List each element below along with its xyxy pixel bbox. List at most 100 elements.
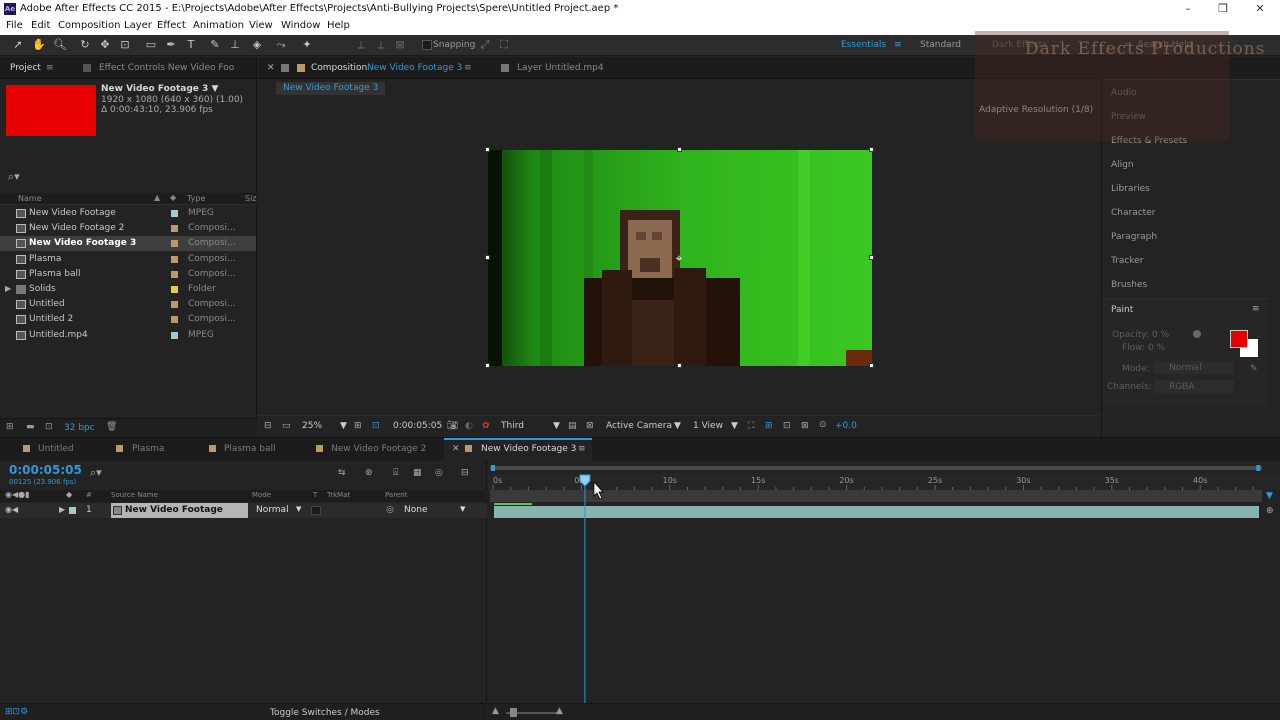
close-icon[interactable]: ✕ bbox=[1252, 2, 1268, 16]
column-name[interactable]: Name bbox=[18, 194, 42, 203]
menu-edit[interactable]: Edit bbox=[31, 20, 50, 31]
work-area-start-handle[interactable] bbox=[491, 465, 495, 471]
layer-row[interactable]: ◉◀ ▶ 1 New Video Footage Normal ▼ ◎ None… bbox=[0, 503, 487, 518]
roto-brush-tool-icon[interactable]: ⤳ bbox=[274, 38, 288, 52]
camera-dropdown-icon[interactable]: ▼ bbox=[674, 421, 681, 431]
panel-paragraph[interactable]: Paragraph bbox=[1111, 232, 1157, 242]
project-item[interactable]: ▶ Solids Folder bbox=[0, 282, 256, 297]
project-item[interactable]: Untitled 2 Composi... bbox=[0, 312, 256, 327]
project-item[interactable]: Plasma Composi... bbox=[0, 252, 256, 267]
project-item[interactable]: New Video Footage 2 Composi... bbox=[0, 221, 256, 236]
paint-flow[interactable]: Flow: 0 % bbox=[1122, 343, 1165, 353]
graph-editor-icon[interactable]: ⊟ bbox=[461, 468, 469, 478]
tab-project[interactable]: Project bbox=[10, 63, 41, 73]
safe-margins-icon[interactable]: ⊞ bbox=[354, 421, 362, 431]
menu-help[interactable]: Help bbox=[327, 20, 350, 31]
rotate-tool-icon[interactable]: ↻ bbox=[78, 38, 92, 52]
comp-flowchart-button[interactable]: New Video Footage 3 bbox=[276, 82, 386, 95]
shy-layers-icon[interactable]: ⍓ bbox=[393, 468, 398, 478]
toggle-switches-modes[interactable]: Toggle Switches / Modes bbox=[270, 708, 380, 718]
layer-mode-select[interactable]: Normal bbox=[256, 505, 289, 515]
tab-layer[interactable]: Layer Untitled.mp4 bbox=[517, 63, 604, 73]
label-color[interactable] bbox=[171, 301, 178, 309]
bound-handle-tr[interactable] bbox=[869, 147, 874, 152]
motion-blur-icon[interactable]: ◎ bbox=[435, 468, 443, 478]
views-dropdown-icon[interactable]: ▼ bbox=[731, 421, 738, 431]
exposure-reset-icon[interactable]: ⊙ bbox=[819, 420, 827, 430]
current-time-display[interactable]: 0:00:05:05 bbox=[393, 421, 442, 431]
label-color[interactable] bbox=[171, 240, 178, 248]
draft-3d-icon[interactable]: ⊛ bbox=[365, 468, 373, 478]
axis-local-icon[interactable]: ⟂ bbox=[354, 38, 368, 52]
panel-tracker[interactable]: Tracker bbox=[1111, 256, 1143, 266]
interpret-footage-icon[interactable]: ⊞ bbox=[6, 422, 14, 432]
folder-expand-icon[interactable]: ▶ bbox=[5, 284, 11, 293]
comp-lock-icon[interactable] bbox=[281, 64, 289, 72]
brush-tip-icon[interactable] bbox=[1193, 330, 1201, 338]
bound-handle-mr[interactable] bbox=[869, 255, 874, 260]
mode-dropdown-icon[interactable]: ▼ bbox=[296, 505, 301, 513]
menu-view[interactable]: View bbox=[249, 20, 273, 31]
resolution-select[interactable]: Third bbox=[501, 421, 524, 431]
timeline-icon[interactable]: ⊡ bbox=[783, 421, 791, 431]
frame-blending-icon[interactable]: ▦ bbox=[413, 468, 422, 478]
project-panel-menu-icon[interactable]: ≡ bbox=[46, 63, 54, 73]
tab-effect-controls[interactable]: Effect Controls New Video Foo bbox=[99, 63, 234, 73]
tab-timeline-plasma[interactable]: Plasma bbox=[132, 444, 164, 454]
layer-video-eye-icon[interactable]: ◉◀ bbox=[5, 505, 18, 514]
close-comp-tab-icon[interactable]: ✕ bbox=[267, 63, 275, 73]
column-type[interactable]: Type bbox=[187, 194, 205, 203]
paint-mode-select[interactable]: Normal bbox=[1154, 361, 1234, 374]
footage-name[interactable]: New Video Footage 3 ▼ bbox=[101, 84, 218, 94]
timeline-menu-icon[interactable]: ≡ bbox=[578, 444, 586, 454]
channel-icon[interactable]: ✿ bbox=[482, 421, 490, 431]
preserve-transparency-checkbox[interactable] bbox=[311, 506, 321, 515]
camera-tool-icon[interactable]: ✥ bbox=[98, 38, 112, 52]
label-color[interactable] bbox=[171, 316, 178, 324]
fast-previews-icon[interactable]: ▤ bbox=[568, 421, 577, 431]
puppet-pin-tool-icon[interactable]: ✦ bbox=[300, 38, 314, 52]
sort-arrow-icon[interactable]: ▲ bbox=[154, 193, 160, 202]
resolution-dropdown-icon[interactable]: ▼ bbox=[553, 421, 560, 431]
comp-panel-menu-icon[interactable]: ≡ bbox=[464, 63, 472, 73]
menu-file[interactable]: File bbox=[6, 20, 23, 31]
parent-dropdown-icon[interactable]: ▼ bbox=[460, 505, 465, 513]
minimize-icon[interactable]: – bbox=[1180, 2, 1196, 16]
anchor-point-icon[interactable]: ⌖ bbox=[672, 251, 686, 265]
label-color[interactable] bbox=[171, 210, 178, 217]
rectangle-tool-icon[interactable]: ▭ bbox=[144, 38, 158, 52]
snap-options-icon[interactable]: ⤢ bbox=[478, 38, 492, 52]
label-color[interactable] bbox=[171, 331, 178, 339]
zoom-dropdown-icon[interactable]: ▼ bbox=[340, 421, 347, 431]
exposure-value[interactable]: +0.0 bbox=[835, 421, 857, 431]
tab-composition-label[interactable]: Composition bbox=[311, 63, 367, 73]
label-color[interactable] bbox=[171, 225, 178, 233]
menu-effect[interactable]: Effect bbox=[157, 20, 186, 31]
project-item[interactable]: Plasma ball Composi... bbox=[0, 267, 256, 282]
layer-expand-icon[interactable]: ▶ bbox=[59, 505, 65, 514]
panel-align[interactable]: Align bbox=[1111, 160, 1134, 170]
workspace-menu-icon[interactable]: ≡ bbox=[894, 40, 902, 50]
paint-menu-icon[interactable]: ≡ bbox=[1252, 304, 1260, 314]
bound-handle-ml[interactable] bbox=[485, 255, 490, 260]
timeline-search-icon[interactable]: ⌕▾ bbox=[90, 466, 102, 480]
project-item[interactable]: New Video Footage MPEG bbox=[0, 206, 256, 221]
layer-name[interactable]: New Video Footage bbox=[125, 505, 223, 515]
camera-select[interactable]: Active Camera bbox=[606, 421, 672, 431]
snapshot-icon[interactable]: 📷︎ bbox=[447, 421, 458, 431]
zoom-tool-icon[interactable]: 🔍︎ bbox=[53, 38, 67, 52]
paint-foreground-color[interactable] bbox=[1230, 330, 1248, 348]
project-search-icon[interactable]: ⌕▾ bbox=[8, 170, 20, 184]
views-select[interactable]: 1 View bbox=[693, 421, 723, 431]
hand-tool-icon[interactable]: ✋ bbox=[32, 38, 46, 52]
show-snapshot-icon[interactable]: ◐ bbox=[465, 421, 473, 431]
pan-behind-tool-icon[interactable]: ⊡ bbox=[118, 38, 132, 52]
axis-view-icon[interactable]: ⊠ bbox=[393, 38, 407, 52]
label-color[interactable] bbox=[171, 255, 178, 263]
layer-parent-select[interactable]: None bbox=[404, 505, 427, 515]
clone-stamp-tool-icon[interactable]: ⊥ bbox=[228, 38, 242, 52]
bound-handle-bc[interactable] bbox=[677, 363, 682, 368]
monitor-icon[interactable]: ▭ bbox=[282, 421, 291, 431]
bit-depth-button[interactable]: 32 bpc bbox=[64, 423, 95, 433]
comp-mini-flowchart-icon[interactable]: ⇆ bbox=[338, 468, 346, 478]
